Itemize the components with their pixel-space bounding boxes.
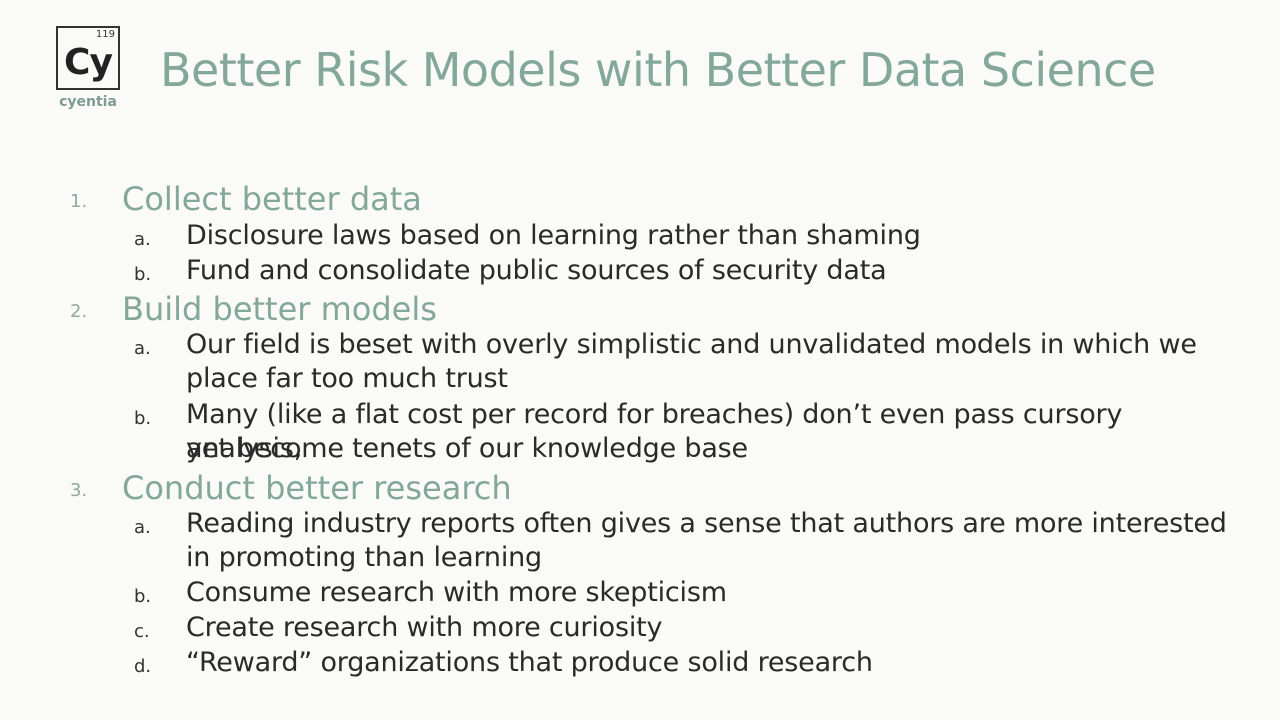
- list-item: Consume research with more skepticism: [186, 577, 727, 608]
- item-letter: a.: [134, 229, 151, 250]
- item-letter: c.: [134, 621, 150, 642]
- section-heading: Conduct better research: [122, 469, 512, 507]
- outline-list: 1. Collect better data a. Disclosure law…: [0, 0, 1280, 720]
- list-item-line: yet become tenets of our knowledge base: [186, 433, 748, 464]
- list-item: Fund and consolidate public sources of s…: [186, 255, 887, 286]
- item-letter: b.: [134, 586, 152, 607]
- list-item: Disclosure laws based on learning rather…: [186, 220, 921, 251]
- list-item-line: Reading industry reports often gives a s…: [186, 508, 1227, 539]
- section-heading: Collect better data: [122, 180, 422, 218]
- section-number: 3.: [70, 480, 88, 501]
- item-letter: b.: [134, 408, 152, 429]
- list-item-line: place far too much trust: [186, 363, 508, 394]
- list-item-line: Our field is beset with overly simplisti…: [186, 329, 1197, 360]
- item-letter: a.: [134, 517, 151, 538]
- list-item: Create research with more curiosity: [186, 612, 663, 643]
- section-number: 1.: [70, 191, 88, 212]
- section-number: 2.: [70, 301, 88, 322]
- list-item: “Reward” organizations that produce soli…: [186, 647, 873, 678]
- list-item-line: in promoting than learning: [186, 542, 542, 573]
- section-heading: Build better models: [122, 290, 437, 328]
- item-letter: a.: [134, 338, 151, 359]
- item-letter: d.: [134, 656, 152, 677]
- item-letter: b.: [134, 264, 152, 285]
